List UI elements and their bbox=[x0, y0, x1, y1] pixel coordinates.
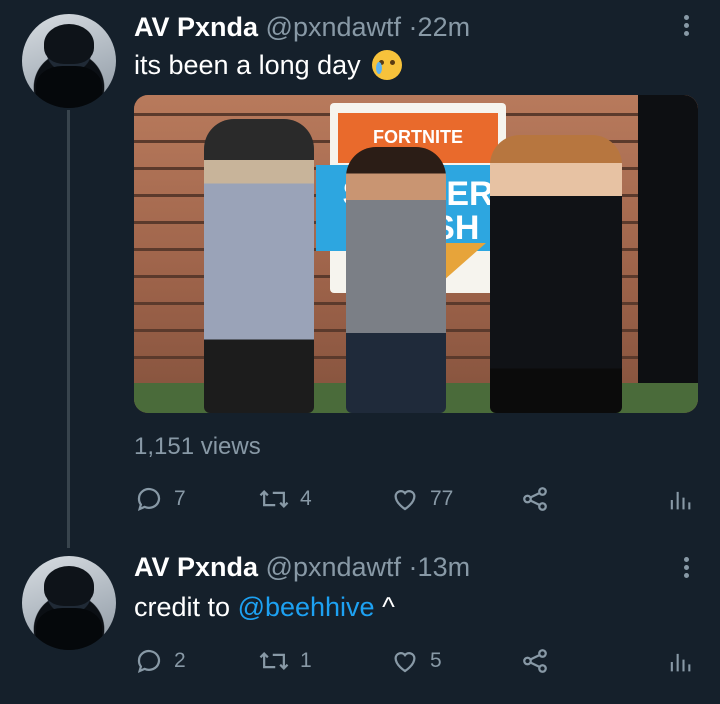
share-button[interactable] bbox=[520, 484, 560, 514]
heart-icon bbox=[394, 490, 416, 511]
retweet-button[interactable]: 1 bbox=[258, 646, 312, 676]
thread-line bbox=[67, 110, 70, 548]
more-options-icon[interactable] bbox=[682, 12, 690, 39]
display-name[interactable]: AV Pxnda bbox=[134, 552, 258, 582]
avatar-hair bbox=[44, 566, 94, 606]
tweet-actions: 7 4 77 bbox=[134, 484, 694, 514]
retweet-count: 1 bbox=[300, 649, 312, 672]
reply-icon bbox=[137, 487, 161, 511]
user-handle[interactable]: @pxndawtf bbox=[266, 552, 401, 582]
like-count: 77 bbox=[430, 487, 454, 510]
like-count: 5 bbox=[430, 649, 442, 672]
reply-button[interactable]: 2 bbox=[134, 646, 186, 676]
banner-brand: FORTNITE bbox=[373, 127, 463, 147]
avatar-scarf bbox=[36, 608, 102, 650]
like-button[interactable]: 5 bbox=[390, 646, 442, 676]
tweet-text: its been a long day bbox=[134, 50, 403, 81]
analytics-icon[interactable] bbox=[666, 486, 694, 519]
share-icon bbox=[523, 487, 547, 511]
avatar-scarf bbox=[36, 66, 102, 108]
crying-face-icon bbox=[372, 50, 403, 80]
retweet-icon bbox=[259, 490, 289, 508]
avatar[interactable] bbox=[22, 556, 116, 650]
heart-icon bbox=[394, 652, 416, 673]
tweet-header: AV Pxnda @pxndawtf ·13m bbox=[134, 552, 470, 583]
retweet-icon bbox=[259, 652, 289, 670]
tweet-actions: 2 1 5 bbox=[134, 646, 694, 676]
separator-dot: · bbox=[408, 12, 418, 42]
person-interviewer bbox=[346, 147, 446, 413]
timestamp[interactable]: 22m bbox=[418, 12, 471, 42]
display-name[interactable]: AV Pxnda bbox=[134, 12, 258, 42]
dark-backdrop bbox=[638, 95, 698, 385]
person-black-shirt bbox=[490, 135, 622, 413]
share-icon bbox=[523, 649, 547, 673]
tweet-header: AV Pxnda @pxndawtf ·22m bbox=[134, 12, 470, 43]
reply-button[interactable]: 7 bbox=[134, 484, 186, 514]
tweet-text: credit to @beehhive ^ bbox=[134, 592, 395, 623]
tweet-text-suffix: ^ bbox=[382, 592, 395, 622]
timestamp[interactable]: 13m bbox=[418, 552, 471, 582]
mention-link[interactable]: @beehhive bbox=[238, 592, 375, 622]
avatar[interactable] bbox=[22, 14, 116, 108]
view-count: 1,151 views bbox=[134, 433, 261, 460]
reply-count: 2 bbox=[174, 649, 186, 672]
retweet-button[interactable]: 4 bbox=[258, 484, 312, 514]
retweet-count: 4 bbox=[300, 487, 312, 510]
share-button[interactable] bbox=[520, 646, 560, 676]
analytics-icon[interactable] bbox=[666, 648, 694, 681]
like-button[interactable]: 77 bbox=[390, 484, 453, 514]
reply-count: 7 bbox=[174, 487, 186, 510]
more-options-icon[interactable] bbox=[682, 554, 690, 581]
user-handle[interactable]: @pxndawtf bbox=[266, 12, 401, 42]
person-plaid-shirt bbox=[204, 119, 314, 413]
tweet-text-content: its been a long day bbox=[134, 50, 361, 80]
tweet-video[interactable]: FORTNITE SUMMER SMASH bbox=[134, 95, 698, 413]
avatar-hair bbox=[44, 24, 94, 64]
reply-icon bbox=[137, 649, 161, 673]
tweet-text-prefix: credit to bbox=[134, 592, 231, 622]
separator-dot: · bbox=[408, 552, 418, 582]
